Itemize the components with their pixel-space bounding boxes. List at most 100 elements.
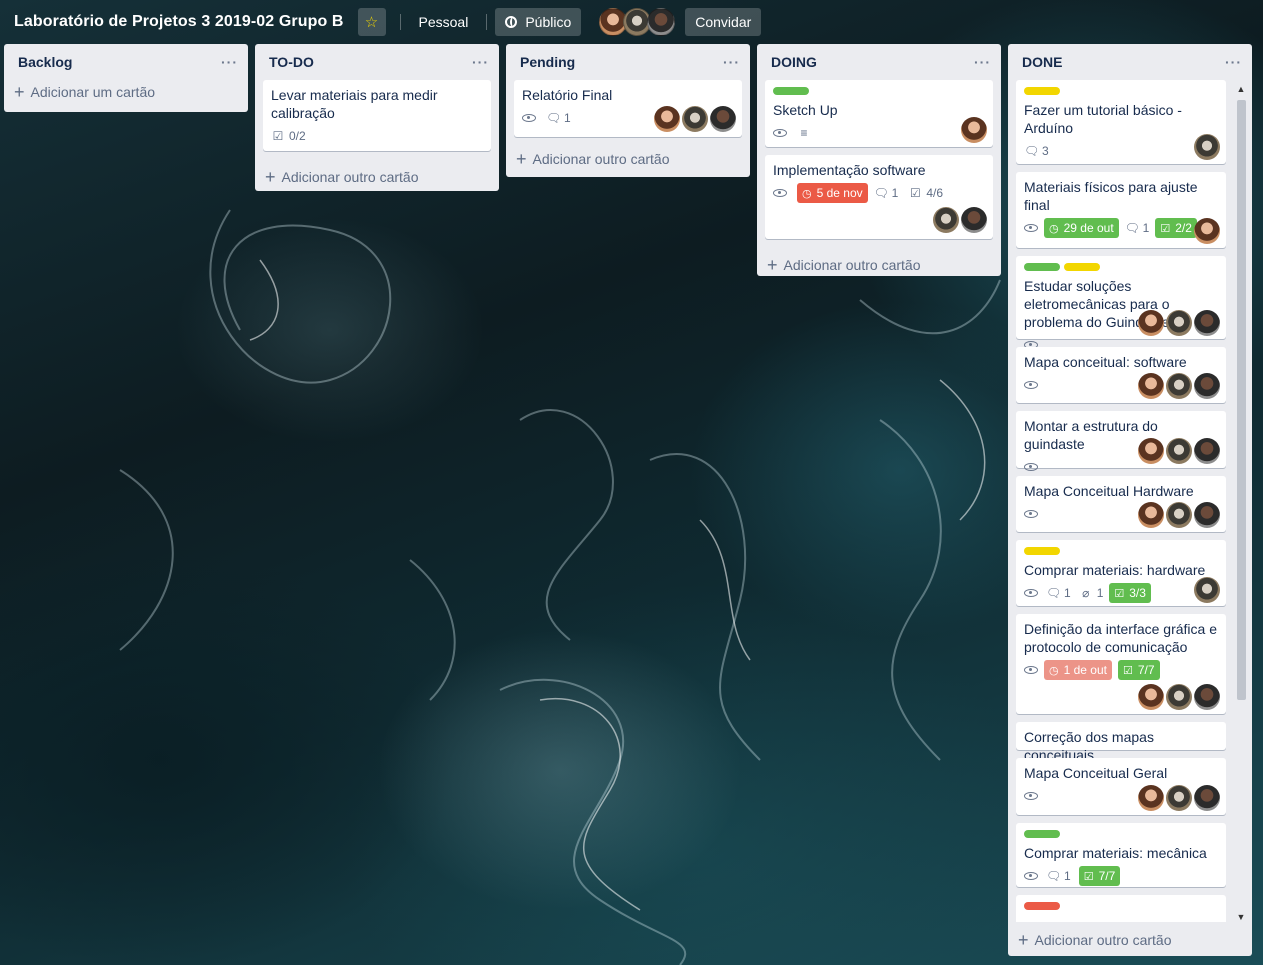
invite-button[interactable]: Convidar [685,8,762,36]
paperclip-icon: ⌀ [1082,586,1090,600]
member-avatar[interactable] [961,117,987,143]
card[interactable]: Levar materiais para medir calibração ☑ 0… [263,80,491,151]
member-avatar[interactable] [1194,134,1220,160]
card[interactable]: Fazer um tutorial básico - Arduíno 🗨 3 [1016,80,1226,164]
list-title[interactable]: TO-DO [269,54,314,70]
card[interactable]: Mapa Conceitual Geral [1016,758,1226,815]
list-menu-icon[interactable]: ··· [472,55,489,69]
watch-badge [1024,504,1038,524]
member-avatar[interactable] [1194,684,1220,710]
member-avatar[interactable] [1138,684,1164,710]
scrollbar-thumb[interactable] [1237,100,1246,700]
add-card-button[interactable]: + Adicionar outro cartão [1008,922,1171,958]
add-card-label: Adicionar outro cartão [783,257,921,273]
list-cards: Levar materiais para medir calibração ☑ 0… [255,80,499,151]
list-title[interactable]: Pending [520,54,575,70]
add-card-button[interactable]: + Adicionar um cartão [4,74,248,110]
member-avatar[interactable] [682,106,708,132]
member-avatar[interactable] [1166,684,1192,710]
member-avatar[interactable] [1194,373,1220,399]
scroll-down-icon[interactable]: ▼ [1236,912,1246,922]
member-avatar[interactable] [961,207,987,233]
card[interactable]: Relatório Final 🗨 1 [514,80,742,137]
scroll-up-icon[interactable]: ▲ [1236,84,1246,94]
eye-icon [773,129,787,137]
board-title[interactable]: Laboratório de Projetos 3 2019-02 Grupo … [8,13,350,31]
card[interactable]: Materiais físicos para ajuste final ◷ 29 … [1016,172,1226,248]
member-avatar[interactable] [1194,785,1220,811]
member-avatar[interactable] [654,106,680,132]
card-badges: ◷ 29 de out 🗨 1 ☑ 2/2 [1024,218,1218,238]
header-divider [486,14,488,30]
member-avatar[interactable] [1138,438,1164,464]
label-yellow [1024,547,1060,555]
member-avatar[interactable] [1166,373,1192,399]
list-title[interactable]: Backlog [18,54,72,70]
member-avatar[interactable] [1138,502,1164,528]
comments-count: 1 [564,111,571,125]
label-green [773,87,809,95]
comments-badge: 🗨 1 [1046,583,1071,603]
card-labels [1024,902,1218,910]
plus-icon: + [516,149,527,169]
due-date-badge: ◷ 29 de out [1044,218,1119,238]
card-members [961,117,987,143]
member-avatar[interactable] [1166,785,1192,811]
done-cards-scroll-area[interactable]: Fazer um tutorial básico - Arduíno 🗨 3 Ma… [1008,80,1252,922]
member-avatar[interactable] [1166,502,1192,528]
card-labels [1024,830,1218,838]
card-members [1138,438,1220,464]
card[interactable]: Comprar materiais: mecânica 🗨 1 ☑ 7/7 [1016,823,1226,887]
card-members [1138,502,1220,528]
member-avatar[interactable] [1194,218,1220,244]
list-title[interactable]: DOING [771,54,817,70]
member-avatar[interactable] [1138,373,1164,399]
card[interactable]: Implementação software ◷ 5 de nov 🗨 1 ☑ 4/6 [765,155,993,239]
list-cards: Relatório Final 🗨 1 [506,80,750,137]
list-menu-icon[interactable]: ··· [221,55,238,69]
list-backlog: Backlog ··· + Adicionar um cartão [4,44,248,112]
card[interactable]: Correção dos mapas conceituais [1016,722,1226,763]
card-labels [1024,87,1218,95]
header-divider [399,14,401,30]
list-scrollbar[interactable]: ▲ ▼ [1236,84,1246,934]
card-badges: 🗨 3 [1024,141,1218,161]
list-title[interactable]: DONE [1022,54,1062,70]
card[interactable]: Montar a estrutura do guindaste [1016,411,1226,471]
card[interactable]: Sketch Up ≡ [765,80,993,147]
member-avatar[interactable] [1194,438,1220,464]
list-menu-icon[interactable]: ··· [723,55,740,69]
card[interactable]: Mapa conceitual: software [1016,347,1226,403]
member-avatar[interactable] [1194,502,1220,528]
team-button[interactable]: Pessoal [409,8,479,36]
card[interactable]: Mapa Conceitual Hardware [1016,476,1226,532]
eye-icon [773,189,787,197]
member-avatar[interactable] [710,106,736,132]
due-date-badge: ◷ 1 de out [1044,660,1112,680]
checklist-badge: ☑ 4/6 [908,183,943,203]
add-card-button[interactable]: + Adicionar outro cartão [506,141,750,177]
eye-icon [1024,792,1038,800]
member-avatar[interactable] [1166,310,1192,336]
card[interactable] [1016,895,1226,922]
card[interactable]: Definição da interface gráfica e protoco… [1016,614,1226,714]
checklist-badge: ☑ 0/2 [271,126,306,146]
star-button[interactable]: ☆ [357,8,386,36]
list-menu-icon[interactable]: ··· [1225,55,1242,69]
label-yellow [1024,87,1060,95]
member-avatar[interactable] [933,207,959,233]
card[interactable]: Comprar materiais: hardware 🗨 1 ⌀ 1 ☑ 3/3 [1016,540,1226,606]
add-card-button[interactable]: + Adicionar outro cartão [255,159,499,195]
due-date: 1 de out [1063,663,1107,677]
member-avatar[interactable] [1194,577,1220,603]
member-avatar[interactable] [1166,438,1192,464]
member-avatar[interactable] [1138,785,1164,811]
visibility-button[interactable]: Público [495,8,582,36]
member-avatar[interactable] [1194,310,1220,336]
member-avatar[interactable] [1138,310,1164,336]
comments-badge: 🗨 1 [1125,218,1150,238]
card[interactable]: Estudar soluções eletromecânicas para o … [1016,256,1226,349]
add-card-button[interactable]: + Adicionar outro cartão [757,247,1001,283]
member-avatar[interactable] [647,8,676,36]
list-menu-icon[interactable]: ··· [974,55,991,69]
